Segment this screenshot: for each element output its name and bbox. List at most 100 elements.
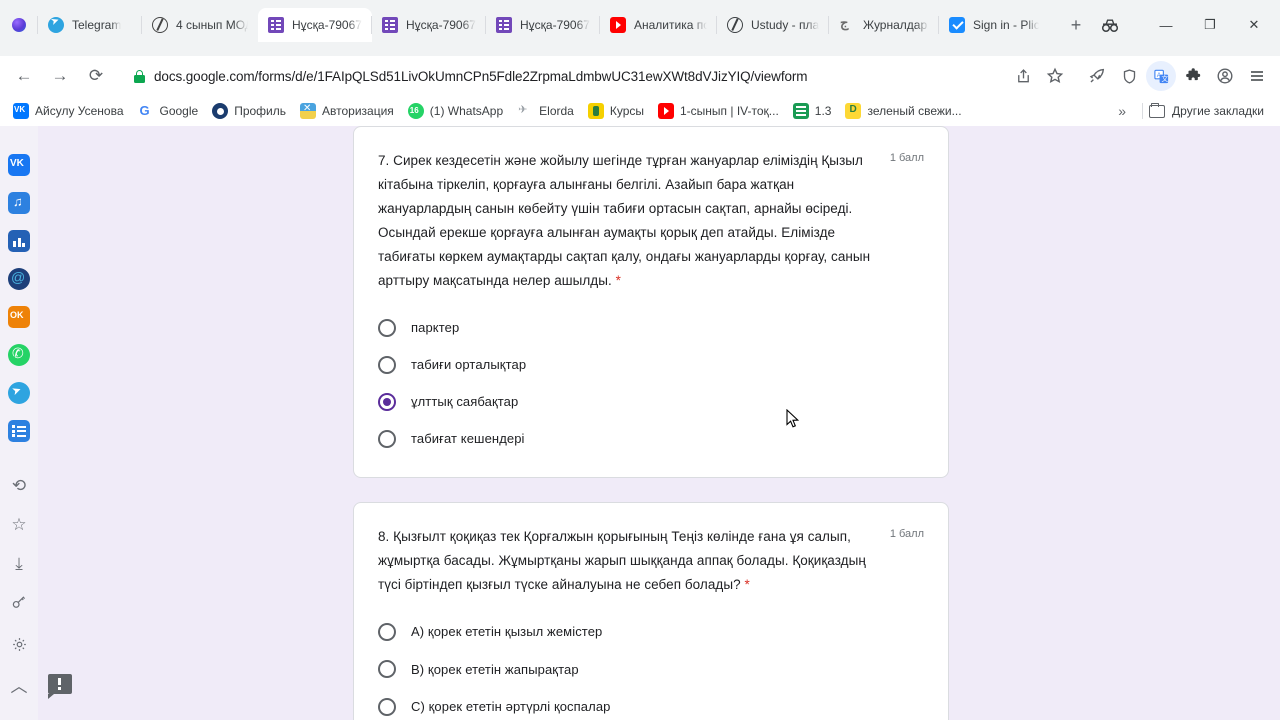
form-questions-column: 7. Сирек кездесетін және жойылу шегінде … xyxy=(353,126,949,720)
browser-tab-4-synyp[interactable]: 4 сынып МОД xyxy=(141,8,258,42)
settings-icon[interactable] xyxy=(11,636,28,656)
option-label: A) қорек ететін қызыл жемістер xyxy=(411,624,603,640)
browser-tab-analitika[interactable]: Аналитика по xyxy=(599,8,717,42)
feedback-button[interactable] xyxy=(48,674,72,699)
forward-button[interactable]: → xyxy=(44,60,76,92)
radio-button[interactable] xyxy=(378,429,396,448)
browser-tab-telegram[interactable]: Telegram xyxy=(37,8,142,42)
option-label: табиғи орталықтар xyxy=(411,357,527,372)
browser-tab-plickers[interactable]: Sign in - Plicke xyxy=(938,8,1049,42)
telegram-icon xyxy=(48,17,64,33)
sheets-icon xyxy=(792,103,809,119)
bookmarks-overflow-button[interactable]: » xyxy=(1108,103,1136,119)
question-text: 8. Қызғылт қоқиқаз тек Қорғалжын қорығын… xyxy=(378,529,866,592)
telegram-icon[interactable] xyxy=(8,382,30,404)
bookmark-google[interactable]: Google xyxy=(131,100,206,122)
browser-tab-nusqa-1[interactable]: Нұсқа-79067 xyxy=(258,8,372,42)
rocket-icon[interactable] xyxy=(1082,61,1112,91)
folder-icon xyxy=(1149,102,1166,118)
odnoklassniki-icon[interactable] xyxy=(8,306,30,328)
bookmark-elorda[interactable]: Elorda xyxy=(510,100,581,122)
mail-ru-icon[interactable] xyxy=(8,268,30,290)
bookmark-whatsapp[interactable]: (1) WhatsApp xyxy=(401,100,510,122)
required-marker: * xyxy=(615,273,621,288)
bookmark-profil[interactable]: Профиль xyxy=(205,100,293,122)
radio-option-selected[interactable]: ұлттық саябақтар xyxy=(378,383,924,420)
bookmark-1-synyp[interactable]: 1-сынып | IV-тоқ... xyxy=(651,100,786,122)
chrome-menu-icon[interactable] xyxy=(1242,61,1272,91)
other-bookmarks-button[interactable]: Другие закладки xyxy=(1149,102,1270,118)
address-bar[interactable]: docs.google.com/forms/d/e/1FAIpQLSd51Liv… xyxy=(124,62,998,90)
whatsapp-icon xyxy=(407,103,424,119)
browser-tab-ustudy[interactable]: Ustudy - платф xyxy=(716,8,829,42)
bookmark-1-3[interactable]: 1.3 xyxy=(786,100,839,122)
bookmark-label: Курсы xyxy=(609,104,644,118)
vk-stats-icon[interactable] xyxy=(8,230,30,252)
history-icon[interactable]: ⟲ xyxy=(12,477,26,494)
url-text: docs.google.com/forms/d/e/1FAIpQLSd51Liv… xyxy=(154,68,808,84)
reload-button[interactable]: ⟳ xyxy=(80,60,112,92)
share-icon[interactable] xyxy=(1008,61,1038,91)
globe-icon xyxy=(152,17,168,33)
radio-option[interactable]: парктер xyxy=(378,309,924,346)
profile-indicator-icon[interactable] xyxy=(12,18,26,32)
window-maximize-button[interactable]: ❐ xyxy=(1188,10,1232,40)
vk-icon[interactable] xyxy=(8,154,30,176)
window-minimize-button[interactable]: — xyxy=(1144,10,1188,40)
option-label: ұлттық саябақтар xyxy=(411,394,519,409)
vk-feed-icon[interactable] xyxy=(8,420,30,442)
radio-button[interactable] xyxy=(378,660,396,679)
bookmark-label: Профиль xyxy=(234,104,287,118)
downloads-icon[interactable]: ⤓ xyxy=(15,555,23,572)
window-close-button[interactable]: ✕ xyxy=(1232,10,1276,40)
favorites-icon[interactable]: ☆ xyxy=(11,516,26,533)
radio-option[interactable]: A) қорек ететін қызыл жемістер xyxy=(378,613,924,651)
passwords-icon[interactable] xyxy=(11,594,28,614)
extensions-puzzle-icon[interactable] xyxy=(1178,61,1208,91)
bookmark-aisulu[interactable]: Айсулу Усенова xyxy=(6,100,131,122)
youtube-icon xyxy=(610,17,626,33)
radio-button[interactable] xyxy=(378,355,396,374)
radio-option[interactable]: C) қорек ететін әртүрлі қоспалар xyxy=(378,688,924,720)
incognito-icon[interactable] xyxy=(1096,11,1124,39)
back-button[interactable]: ← xyxy=(8,60,40,92)
bookmark-label: Google xyxy=(159,104,199,118)
option-label: парктер xyxy=(411,320,460,335)
bookmark-label: Айсулу Усенова xyxy=(35,104,124,118)
shield-icon[interactable] xyxy=(1114,61,1144,91)
radio-option[interactable]: табиғат кешендері xyxy=(378,420,924,457)
bookmark-label: 1-сынып | IV-тоқ... xyxy=(680,104,779,118)
new-tab-button[interactable]: + xyxy=(1062,11,1090,39)
bookmark-avtorizaciya[interactable]: Авторизация xyxy=(293,100,401,122)
radio-button[interactable] xyxy=(378,318,396,337)
elorda-icon xyxy=(517,103,533,119)
tab-label: Журналдар - К xyxy=(863,18,929,32)
browser-tab-nusqa-3[interactable]: Нұсқа-79067 xyxy=(485,8,600,42)
whatsapp-icon[interactable] xyxy=(8,344,30,366)
tab-label: Sign in - Plicke xyxy=(973,18,1039,32)
bookmark-kursy[interactable]: Курсы xyxy=(581,100,651,122)
browser-tab-nusqa-2[interactable]: Нұсқа-79067 xyxy=(371,8,486,42)
browser-tab-zhurnaldar[interactable]: Журналдар - К xyxy=(828,8,939,42)
vk-music-icon[interactable] xyxy=(8,192,30,214)
translate-icon[interactable]: A文 xyxy=(1146,61,1176,91)
bookmark-star-icon[interactable] xyxy=(1040,61,1070,91)
radio-option[interactable]: B) қорек ететін жапырақтар xyxy=(378,651,924,689)
doc-icon xyxy=(845,103,862,119)
bookmarks-bar: Айсулу Усенова Google Профиль Авторизаци… xyxy=(0,96,1280,126)
required-marker: * xyxy=(744,577,750,592)
bookmark-zelenyy[interactable]: зеленый свежи... xyxy=(838,100,968,122)
other-bookmarks-label: Другие закладки xyxy=(1172,104,1264,118)
question-card-7: 7. Сирек кездесетін және жойылу шегінде … xyxy=(353,126,949,478)
collapse-icon[interactable]: ︿ xyxy=(11,678,28,695)
profile-avatar-icon[interactable] xyxy=(1210,61,1240,91)
bookmark-label: Авторизация xyxy=(322,104,394,118)
radio-button[interactable] xyxy=(378,392,396,411)
vk-icon xyxy=(13,103,29,119)
radio-button[interactable] xyxy=(378,622,396,641)
google-forms-icon xyxy=(382,17,398,33)
google-icon xyxy=(138,103,154,119)
radio-option[interactable]: табиғи орталықтар xyxy=(378,346,924,383)
mouse-cursor xyxy=(786,408,800,434)
radio-button[interactable] xyxy=(378,697,396,716)
